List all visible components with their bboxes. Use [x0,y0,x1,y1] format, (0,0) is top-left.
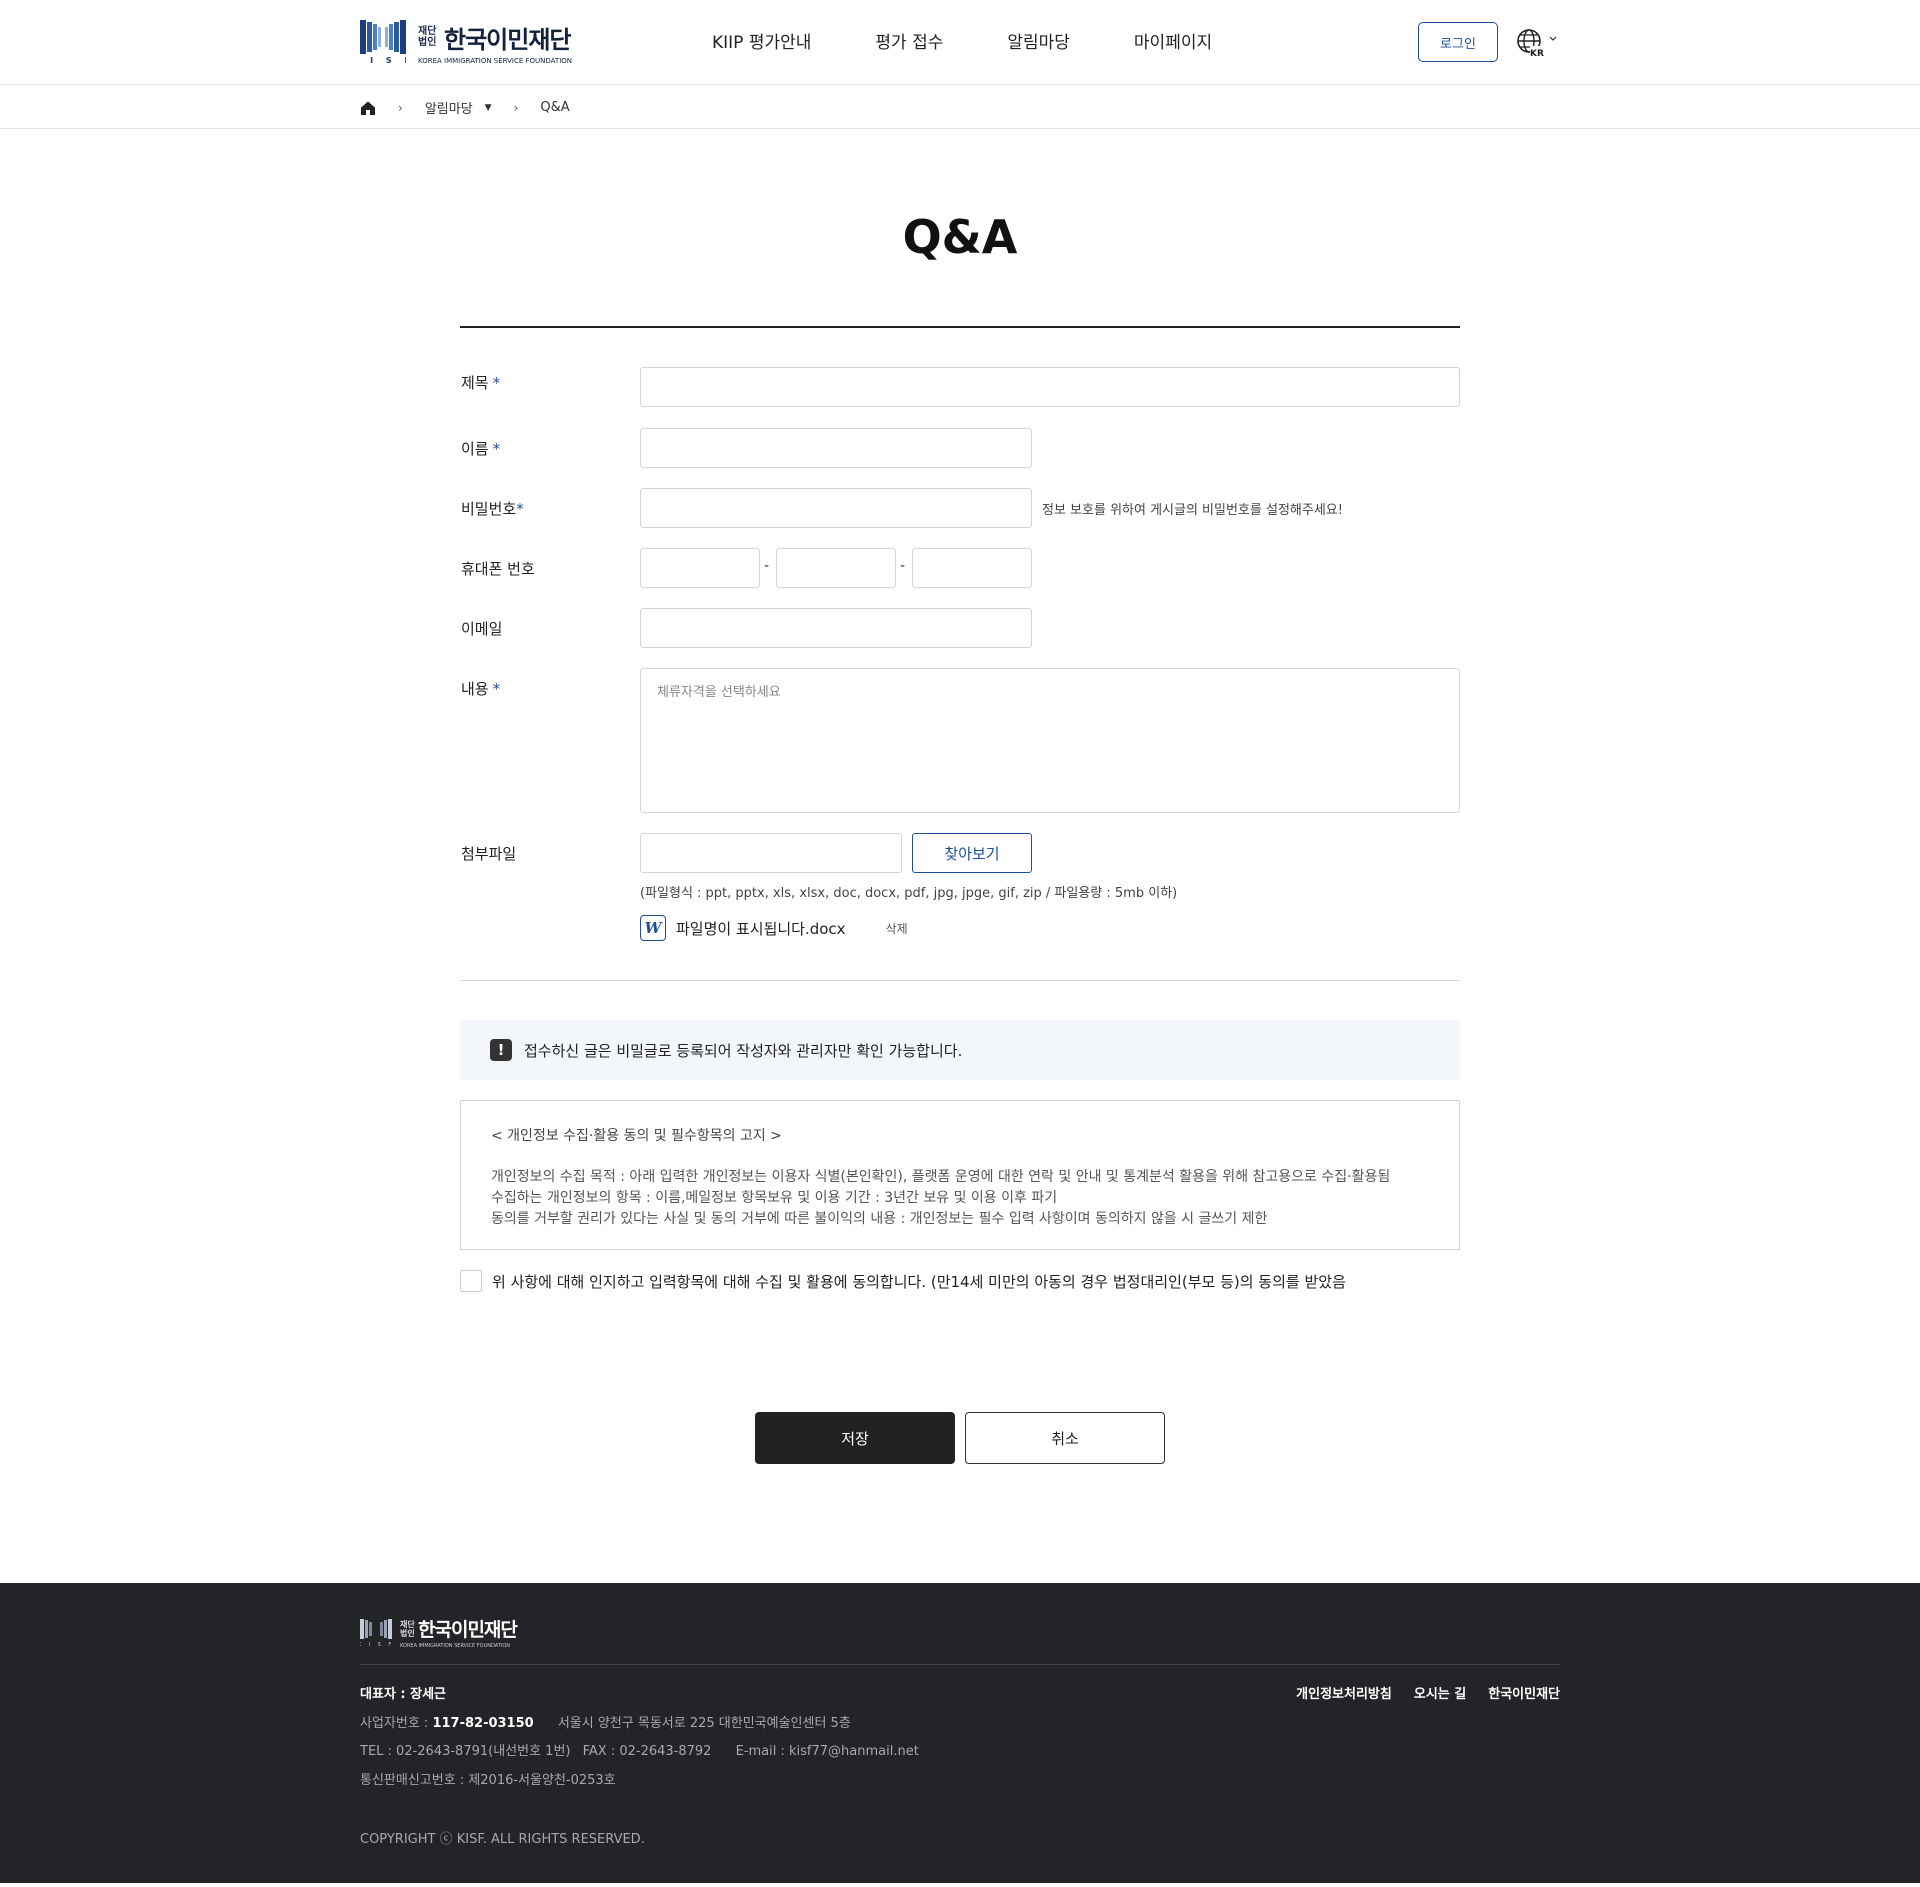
nav-mypage[interactable]: 마이페이지 [1134,28,1212,53]
footer-link-privacy[interactable]: 개인정보처리방침 [1296,1683,1392,1702]
phone-input-1[interactable] [640,548,760,588]
agree-checkbox[interactable] [460,1270,482,1292]
title-divider [460,326,1460,328]
cancel-button[interactable]: 취소 [965,1412,1165,1464]
footer-tel: TEL : 02-2643-8791(내선번호 1번) [360,1744,571,1759]
content-label: 내용 * [461,680,501,698]
footer-contact: TEL : 02-2643-8791(내선번호 1번) FAX : 02-264… [360,1740,919,1759]
file-name: 파일명이 표시됩니다.docx [676,919,846,938]
footer-fax: FAX : 02-2643-8792 [582,1744,712,1759]
nav-kiip-guide[interactable]: KIIP 평가안내 [712,28,811,53]
form-divider [460,980,1460,981]
logo-english: KOREA IMMIGRATION SERVICE FOUNDATION [418,56,573,65]
footer-logo-english: KOREA IMMIGRATION SERVICE FOUNDATION [400,1643,511,1649]
language-selector[interactable]: KR [1516,28,1558,58]
footer-link-foundation[interactable]: 한국이민재단 [1488,1683,1560,1702]
footer-mail-order: 통신판매신고번호 : 제2016-서울양천-0253호 [360,1773,616,1788]
attached-file: W 파일명이 표시됩니다.docx 삭제 [640,915,908,941]
notice-text: 접수하신 글은 비밀글로 등록되어 작성자와 관리자만 확인 가능합니다. [524,1041,963,1060]
file-delete-button[interactable]: 삭제 [886,920,908,937]
attach-label: 첨부파일 [461,845,517,863]
footer-business-info: 사업자번호 : 117-82-03150 서울시 양천구 목동서로 225 대한… [360,1716,851,1731]
svg-text:K I S F: K I S F [360,1642,392,1647]
chevron-right-icon: › [513,100,519,115]
email-label: 이메일 [461,620,503,638]
content-placeholder: 체류자격을 선택하세요 [657,685,781,700]
secret-post-notice: ! 접수하신 글은 비밀글로 등록되어 작성자와 관리자만 확인 가능합니다. [460,1020,1460,1080]
logo-small-bottom: 법인 [418,37,437,48]
caret-down-icon[interactable]: ▼ [485,103,492,113]
name-label: 이름 * [461,440,501,458]
password-hint: 정보 보호를 위하여 게시글의 비밀번호를 설정해주세요! [1042,503,1343,518]
chevron-down-icon [1549,36,1557,41]
home-icon[interactable] [360,100,376,116]
nav-apply[interactable]: 평가 접수 [875,28,943,53]
footer-logo-name: 한국이민재단 [418,1619,518,1641]
nav-notice[interactable]: 알림마당 [1007,28,1070,53]
phone-input-2[interactable] [776,548,896,588]
footer-biz-number: 117-82-03150 [432,1716,534,1731]
name-input[interactable] [640,428,1032,468]
exclamation-icon: ! [490,1039,512,1061]
footer-logo-small-top: 재단 [400,1619,415,1629]
chevron-right-icon: › [398,100,403,115]
phone-input-3[interactable] [912,548,1032,588]
password-input[interactable] [640,488,1032,528]
privacy-title: < 개인정보 수집·활용 동의 및 필수항목의 고지 > [491,1128,782,1144]
page-title: Q&A [902,210,1018,264]
title-label: 제목 * [461,374,501,392]
footer-logo-small-bottom: 법인 [400,1628,415,1638]
breadcrumb: › 알림마당 ▼ › Q&A [0,86,1920,129]
password-label: 비밀번호* [461,500,524,518]
site-footer: K I S F 재단 법인 한국이민재단 KOREA IMMIGRATION S… [0,1583,1920,1883]
kisf-logo-icon: K I S F [360,20,406,64]
globe-icon: KR [1517,29,1545,58]
footer-copyright: COPYRIGHT ⓒ KISF. ALL RIGHTS RESERVED. [360,1832,645,1847]
logo-name: 한국이민재단 [444,25,571,54]
agree-row: 위 사항에 대해 인지하고 입력항목에 대해 수집 및 활용에 동의합니다. (… [460,1270,1346,1292]
attach-file-input[interactable] [640,833,902,873]
footer-link-directions[interactable]: 오시는 길 [1414,1683,1466,1702]
lang-label: KR [1530,49,1544,58]
title-input[interactable] [640,367,1460,407]
privacy-line-items: 수집하는 개인정보의 항목 : 이름,메일정보 항목보유 및 이용 기간 : 3… [491,1190,1058,1206]
privacy-line-refusal: 동의를 거부할 권리가 있다는 사실 및 동의 거부에 따른 불이익의 내용 :… [491,1211,1268,1227]
content-textarea[interactable]: 체류자격을 선택하세요 [640,668,1460,813]
agree-text: 위 사항에 대해 인지하고 입력항목에 대해 수집 및 활용에 동의합니다. (… [492,1272,1346,1291]
save-button[interactable]: 저장 [755,1412,955,1464]
svg-text:K I S F: K I S F [360,56,406,64]
phone-dash: - [900,558,906,574]
footer-representative: 대표자 : 장세근 [360,1687,447,1702]
site-logo[interactable]: K I S F 재단 법인 한국이민재단 KOREA IMMIGRATION S… [360,20,573,65]
email-input[interactable] [640,608,1032,648]
privacy-consent-box: < 개인정보 수집·활용 동의 및 필수항목의 고지 > 개인정보의 수집 목적… [460,1100,1460,1250]
file-format-info: (파일형식 : ppt, pptx, xls, xlsx, doc, docx,… [640,886,1178,901]
footer-address: 서울시 양천구 목동서로 225 대한민국예술인센터 5층 [557,1716,851,1731]
privacy-line-purpose: 개인정보의 수집 목적 : 아래 입력한 개인정보는 이용자 식별(본인확인),… [491,1169,1391,1185]
phone-label: 휴대폰 번호 [461,560,535,578]
browse-button[interactable]: 찾아보기 [912,833,1032,873]
footer-email: E-mail : kisf77@hanmail.net [735,1744,919,1759]
footer-links: 개인정보처리방침 오시는 길 한국이민재단 [1274,1683,1560,1702]
footer-logo: K I S F 재단 법인 한국이민재단 KOREA IMMIGRATION S… [360,1615,518,1649]
footer-divider [360,1664,1560,1665]
main-nav: KIIP 평가안내 평가 접수 알림마당 마이페이지 [712,28,1276,53]
logo-small-top: 재단 [418,26,437,37]
kisf-logo-icon: K I S F [360,1619,392,1647]
login-button[interactable]: 로그인 [1418,22,1498,62]
phone-dash: - [764,558,770,574]
site-header: K I S F 재단 법인 한국이민재단 KOREA IMMIGRATION S… [0,0,1920,85]
breadcrumb-section[interactable]: 알림마당 [425,98,473,117]
word-file-icon: W [640,915,666,941]
breadcrumb-current: Q&A [540,100,570,115]
